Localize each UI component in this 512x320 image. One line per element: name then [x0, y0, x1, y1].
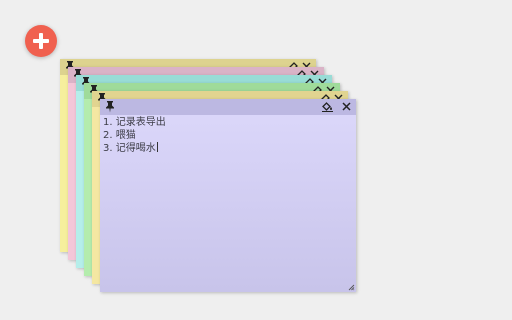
add-note-button[interactable] — [25, 25, 57, 57]
note-titlebar[interactable] — [100, 99, 356, 115]
sticky-note-active[interactable]: 1. 记录表导出 2. 喂猫 3. 记得喝水 — [100, 99, 356, 292]
pin-icon[interactable] — [104, 100, 116, 113]
resize-grip-icon[interactable] — [348, 284, 355, 291]
note-line: 1. 记录表导出 — [103, 117, 166, 128]
close-icon[interactable] — [341, 101, 352, 112]
note-line: 2. 喂猫 — [103, 129, 136, 141]
note-text-area[interactable]: 1. 记录表导出 2. 喂猫 3. 记得喝水 — [103, 117, 352, 156]
text-cursor — [156, 142, 158, 152]
note-line: 3. 记得喝水 — [103, 142, 158, 154]
paint-bucket-icon[interactable] — [321, 101, 334, 112]
